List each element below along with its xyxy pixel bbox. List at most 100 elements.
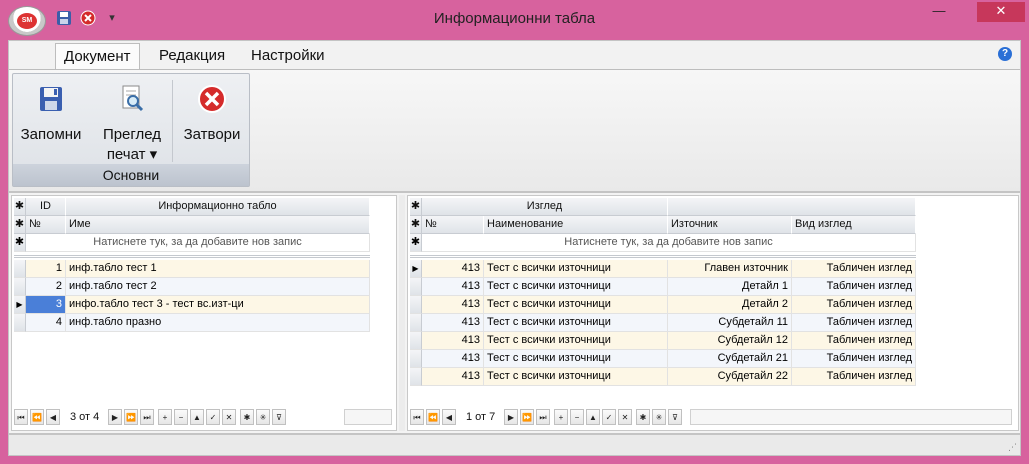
last-page-icon[interactable]: ⏭ [140,409,154,425]
save-bookmark-icon[interactable]: ✳ [652,409,666,425]
cell-source[interactable]: Субдетайл 21 [668,350,792,368]
column-header-view-type[interactable]: Вид изглед [792,216,916,234]
cell-id-selected[interactable]: 3 [26,296,66,314]
table-row-current[interactable]: ▶ 3 инфо.табло тест 3 - тест вс.изт-ци [14,296,370,314]
current-row-indicator-icon[interactable]: ▶ [14,296,26,314]
table-row[interactable]: 413 Тест с всички източници Детайл 1 Таб… [410,278,916,296]
cell-view-type[interactable]: Табличен изглед [792,368,916,386]
cell-id[interactable]: 2 [26,278,66,296]
edit-icon[interactable]: ▲ [586,409,600,425]
cell-id[interactable]: 4 [26,314,66,332]
prev-page-icon[interactable]: ⏪ [426,409,440,425]
cell-name[interactable]: Тест с всички източници [484,368,668,386]
new-record-hint[interactable]: Натиснете тук, за да добавите нов запис [26,234,370,252]
cell-name[interactable]: инф.табло тест 2 [66,278,370,296]
row-indicator[interactable] [410,314,422,332]
cell-name[interactable]: Тест с всички източници [484,260,668,278]
table-row[interactable]: 413 Тест с всички източници Субдетайл 12… [410,332,916,350]
horizontal-scrollbar[interactable] [690,409,1012,425]
cell-name[interactable]: Тест с всички източници [484,350,668,368]
row-indicator[interactable] [14,314,26,332]
row-indicator[interactable] [410,368,422,386]
cell-source[interactable]: Детайл 1 [668,278,792,296]
cell-source[interactable]: Субдетайл 11 [668,314,792,332]
tab-document[interactable]: Документ [55,43,140,69]
refresh-icon[interactable]: ✱ [240,409,254,425]
row-indicator[interactable] [14,278,26,296]
tab-edit[interactable]: Редакция [151,43,233,69]
prev-record-icon[interactable]: ◀ [442,409,456,425]
table-row[interactable]: 1 инф.табло тест 1 [14,260,370,278]
minimize-button[interactable]: — [926,2,952,22]
close-window-button[interactable]: ✕ [977,2,1025,22]
next-page-icon[interactable]: ⏩ [124,409,138,425]
cell-no[interactable]: 413 [422,332,484,350]
first-page-icon[interactable]: ⏮ [14,409,28,425]
resize-grip-icon[interactable]: ⋰ [1008,442,1017,453]
cancel-edit-icon[interactable]: ✕ [618,409,632,425]
cell-no[interactable]: 413 [422,278,484,296]
refresh-icon[interactable]: ✱ [636,409,650,425]
cell-source[interactable]: Субдетайл 22 [668,368,792,386]
cell-name[interactable]: Тест с всички източници [484,296,668,314]
column-header-name[interactable]: Име [66,216,370,234]
current-row-indicator-icon[interactable]: ▶ [410,260,422,278]
next-record-icon[interactable]: ▶ [504,409,518,425]
row-indicator[interactable] [410,296,422,314]
cell-no[interactable]: 413 [422,368,484,386]
end-edit-icon[interactable]: ✓ [206,409,220,425]
cell-view-type[interactable]: Табличен изглед [792,296,916,314]
cell-view-type[interactable]: Табличен изглед [792,260,916,278]
column-header-name[interactable]: Наименование [484,216,668,234]
row-indicator[interactable] [14,260,26,278]
cell-name[interactable]: инф.табло празно [66,314,370,332]
delete-icon[interactable]: − [174,409,188,425]
cell-no[interactable]: 413 [422,296,484,314]
prev-page-icon[interactable]: ⏪ [30,409,44,425]
prev-record-icon[interactable]: ◀ [46,409,60,425]
next-record-icon[interactable]: ▶ [108,409,122,425]
row-indicator[interactable] [410,332,422,350]
append-icon[interactable]: + [158,409,172,425]
cell-source[interactable]: Главен източник [668,260,792,278]
end-edit-icon[interactable]: ✓ [602,409,616,425]
delete-icon[interactable]: − [570,409,584,425]
cell-view-type[interactable]: Табличен изглед [792,278,916,296]
filter-icon[interactable]: ⊽ [272,409,286,425]
filter-icon[interactable]: ⊽ [668,409,682,425]
column-header-no[interactable]: № [26,216,66,234]
cell-source[interactable]: Субдетайл 12 [668,332,792,350]
close-button[interactable]: Затвори [179,82,245,143]
next-page-icon[interactable]: ⏩ [520,409,534,425]
last-page-icon[interactable]: ⏭ [536,409,550,425]
cell-name[interactable]: инф.табло тест 1 [66,260,370,278]
cell-name[interactable]: Тест с всички източници [484,332,668,350]
row-indicator[interactable] [410,350,422,368]
horizontal-scrollbar[interactable] [344,409,392,425]
cell-no[interactable]: 413 [422,260,484,278]
print-preview-button[interactable]: Преглед печат ▾ [95,82,169,163]
table-row[interactable]: 413 Тест с всички източници Субдетайл 11… [410,314,916,332]
table-row[interactable]: 413 Тест с всички източници Субдетайл 21… [410,350,916,368]
column-header-id[interactable]: ID [26,198,66,216]
table-row[interactable]: 413 Тест с всички източници Субдетайл 22… [410,368,916,386]
column-header-no[interactable]: № [422,216,484,234]
new-record-hint[interactable]: Натиснете тук, за да добавите нов запис [422,234,916,252]
cell-no[interactable]: 413 [422,314,484,332]
tab-settings[interactable]: Настройки [243,43,333,69]
cell-view-type[interactable]: Табличен изглед [792,314,916,332]
cancel-edit-icon[interactable]: ✕ [222,409,236,425]
column-group-view[interactable]: Изглед [422,198,668,216]
first-page-icon[interactable]: ⏮ [410,409,424,425]
cell-name[interactable]: Тест с всички източници [484,314,668,332]
table-row[interactable]: 4 инф.табло празно [14,314,370,332]
cell-name[interactable]: инфо.табло тест 3 - тест вс.изт-ци [66,296,370,314]
panel-splitter[interactable] [399,195,405,431]
cell-view-type[interactable]: Табличен изглед [792,332,916,350]
cell-no[interactable]: 413 [422,350,484,368]
row-indicator[interactable] [410,278,422,296]
column-header-info-board[interactable]: Информационно табло [66,198,370,216]
save-button[interactable]: Запомни [19,82,83,143]
cell-view-type[interactable]: Табличен изглед [792,350,916,368]
edit-icon[interactable]: ▲ [190,409,204,425]
